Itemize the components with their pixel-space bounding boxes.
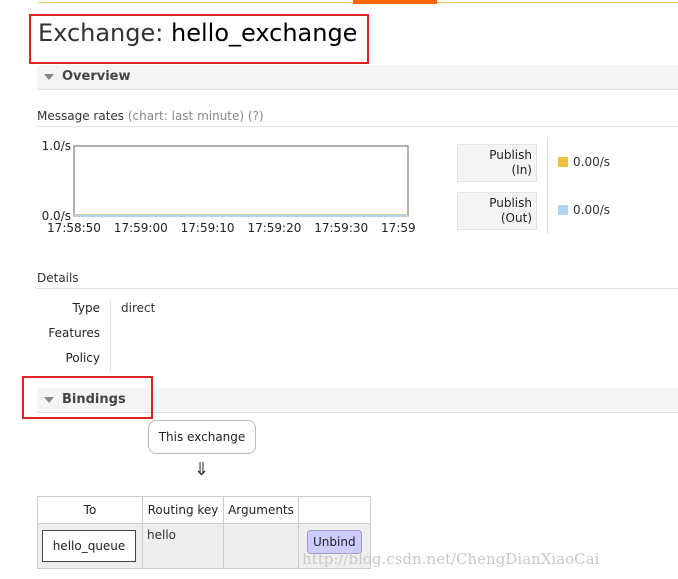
collapse-triangle-icon: [44, 74, 54, 80]
policy-label: Policy: [65, 351, 100, 365]
x-tick-label: 17:59:40: [381, 221, 417, 235]
queue-link[interactable]: hello_queue: [42, 530, 136, 562]
help-link[interactable]: (?): [248, 109, 264, 123]
exchange-name: hello_exchange: [171, 19, 358, 47]
overview-section-label: Overview: [62, 69, 131, 84]
col-actions: [298, 496, 371, 524]
x-tick-label: 17:59:10: [181, 221, 235, 235]
page-title: Exchange: hello_exchange: [38, 19, 357, 47]
this-exchange-node: This exchange: [148, 420, 256, 454]
table-header-row: To Routing key Arguments: [37, 496, 371, 524]
chart-range-link[interactable]: (chart: last minute): [128, 109, 244, 123]
legend-publish-in: Publish (In): [457, 144, 537, 182]
plot-frame: [73, 145, 409, 217]
details-heading: Details: [37, 271, 79, 285]
publish-in-swatch: [558, 157, 568, 167]
divider: [37, 288, 678, 289]
legend-publish-out: Publish (Out): [457, 192, 537, 230]
details-separator: [110, 300, 111, 372]
cell-arguments: [223, 523, 299, 569]
col-routing-key: Routing key: [142, 496, 224, 524]
type-value: direct: [121, 301, 156, 315]
legend-label-line2: (In): [511, 163, 532, 177]
active-tab-indicator: [353, 0, 437, 4]
legend-label-line1: Publish: [489, 196, 532, 210]
overview-section-header[interactable]: Overview: [37, 65, 678, 90]
routing-key-value: hello: [147, 528, 176, 542]
message-rates-heading: Message rates (chart: last minute) (?): [37, 109, 264, 123]
title-prefix: Exchange:: [38, 19, 164, 47]
features-label: Features: [48, 326, 100, 340]
x-tick-label: 17:59:20: [247, 221, 301, 235]
col-to: To: [37, 496, 143, 524]
x-tick-label: 17:59:00: [114, 221, 168, 235]
cell-to: hello_queue: [37, 523, 143, 569]
y-tick-label: 1.0/s: [42, 139, 71, 153]
publish-out-swatch: [558, 205, 568, 215]
x-tick-label: 17:58:50: [47, 221, 101, 235]
type-label: Type: [72, 301, 100, 315]
divider: [37, 126, 678, 127]
col-arguments: Arguments: [223, 496, 299, 524]
legend-separator: [547, 139, 548, 234]
message-rates-chart: 1.0/s0.0/s17:58:50 17:59:00 17:59:10 17:59:…: [42, 139, 417, 235]
legend-label-line2: (Out): [500, 211, 532, 225]
down-arrow-icon: ⇓: [194, 459, 210, 480]
bindings-highlight-box: [22, 376, 153, 419]
watermark: http://blog.csdn.net/ChengDianXiaoCai: [302, 550, 600, 568]
legend-label-line1: Publish: [489, 148, 532, 162]
cell-routing-key: hello: [142, 523, 224, 569]
publish-out-rate: 0.00/s: [573, 203, 611, 217]
message-rates-label: Message rates: [37, 109, 125, 123]
x-tick-label: 17:59:30: [314, 221, 368, 235]
publish-in-rate: 0.00/s: [573, 155, 611, 169]
